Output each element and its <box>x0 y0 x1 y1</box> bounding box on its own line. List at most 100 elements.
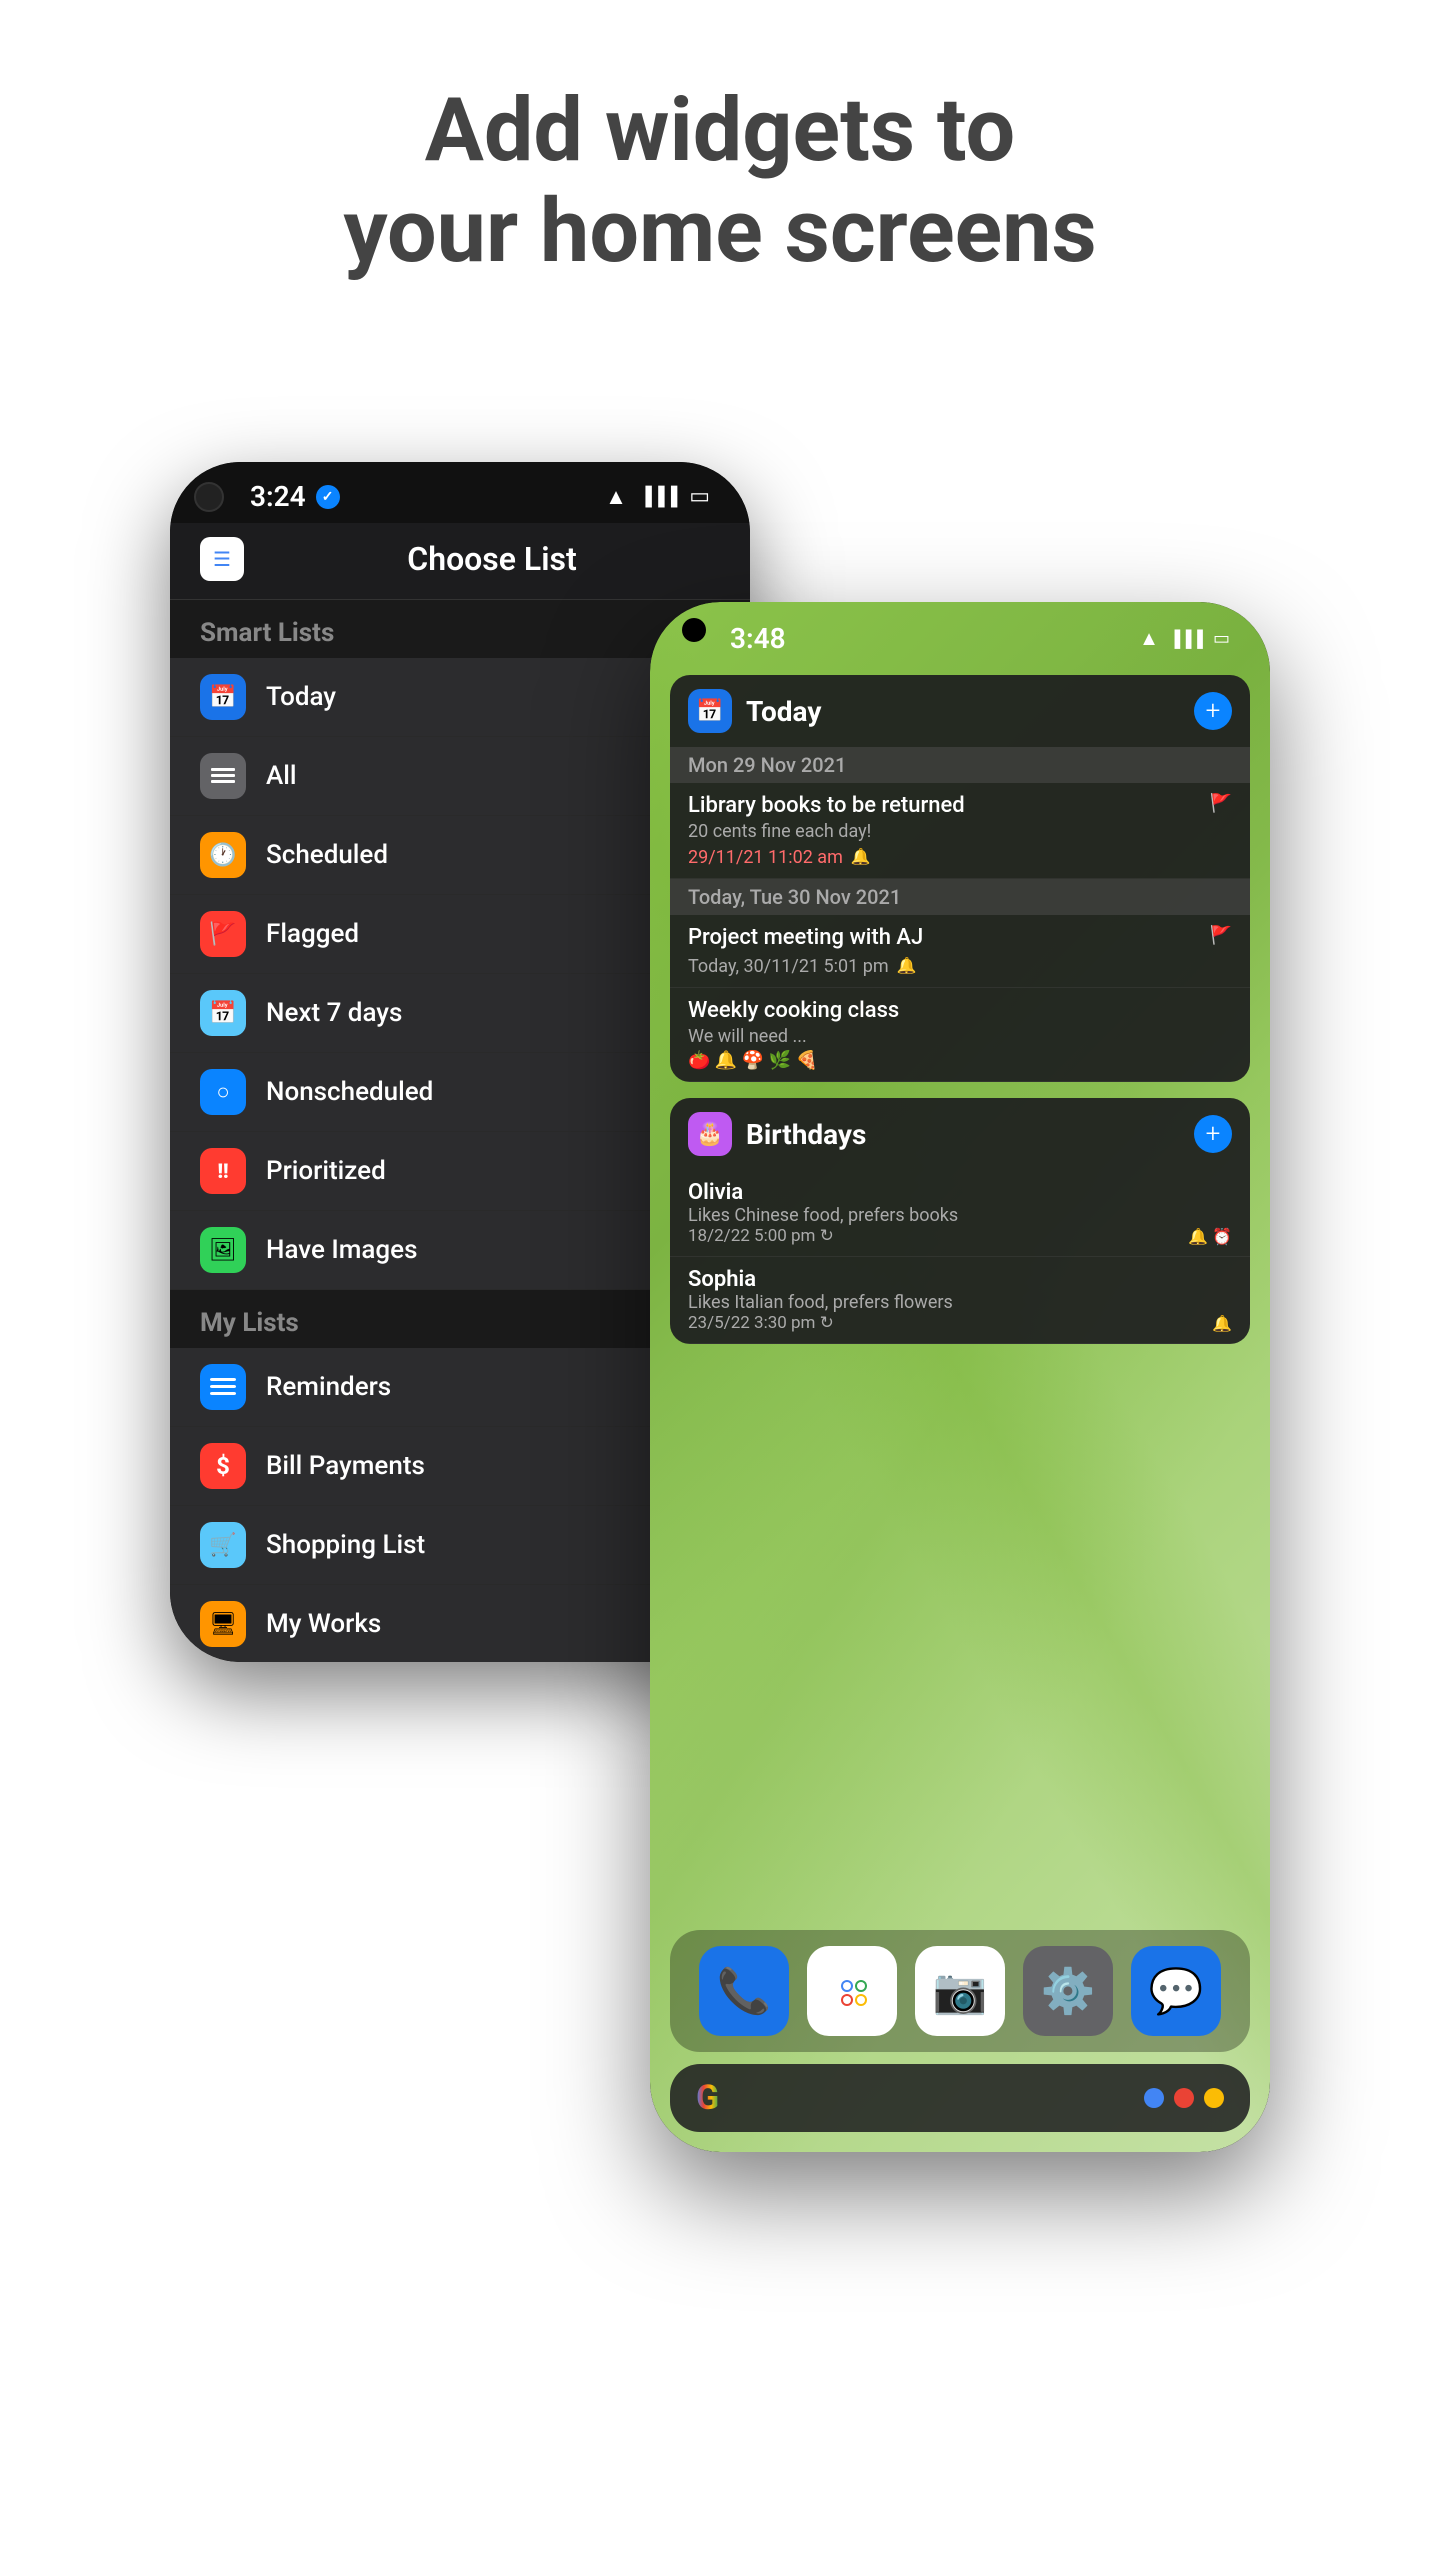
front-wifi-icon: ▲ <box>1139 626 1159 651</box>
scheduled-icon: 🕐 <box>200 832 246 878</box>
dock-phone[interactable]: 📞 <box>699 1946 789 2036</box>
bell-icon-2: 🔔 <box>897 956 917 975</box>
today-widget-add-btn[interactable]: + <box>1194 692 1232 730</box>
reminders-icon <box>200 1364 246 1410</box>
olivia-detail: Likes Chinese food, prefers books <box>688 1205 1232 1226</box>
widgets-area: 📅 Today + Mon 29 Nov 2021 Library books … <box>650 665 1270 1354</box>
birthdays-widget-title: Birthdays <box>746 1118 1180 1151</box>
sophia-icons: 🔔 <box>1212 1314 1232 1333</box>
flagged-label: Flagged <box>266 919 359 949</box>
birthdays-widget-header: 🎂 Birthdays + <box>670 1098 1250 1170</box>
task-time: 29/11/21 11:02 am <box>688 847 843 868</box>
birthdays-widget-add-btn[interactable]: + <box>1194 1115 1232 1153</box>
nonscheduled-icon: ○ <box>200 1069 246 1115</box>
olivia-name: Olivia <box>688 1180 1232 1205</box>
google-dots <box>1144 2088 1224 2108</box>
dock-camera[interactable]: 📷 <box>915 1946 1005 2036</box>
task-title: Library books to be returned 🚩 <box>688 793 1232 818</box>
today-icon: 📅 <box>200 674 246 720</box>
task-date-2: Today, 30/11/21 5:01 pm <box>688 956 889 977</box>
today-widget-header: 📅 Today + <box>670 675 1250 747</box>
headline-line2: your home screens <box>343 180 1096 283</box>
nonscheduled-label: Nonscheduled <box>266 1077 433 1107</box>
task-title-2: Project meeting with AJ 🚩 <box>688 925 1232 950</box>
today-label: Today <box>266 682 336 712</box>
front-time: 3:48 <box>730 622 786 655</box>
bell-icon: 🔔 <box>851 847 871 866</box>
bill-payments-label: Bill Payments <box>266 1451 425 1481</box>
task-subtitle-3: We will need ... <box>688 1026 1232 1047</box>
sophia-detail: Likes Italian food, prefers flowers <box>688 1292 1232 1313</box>
status-icons: ▲ ▐▐▐ ▭ <box>605 484 710 510</box>
task-meta-2: Today, 30/11/21 5:01 pm 🔔 <box>688 953 1232 977</box>
phone-front-screen: 3:48 ▲ ▐▐▐ ▭ 📅 Today + Mon 29 <box>650 602 1270 2152</box>
have-images-icon: 🖼 <box>200 1227 246 1273</box>
dock-reminders[interactable] <box>807 1946 897 2036</box>
my-works-label: My Works <box>266 1609 381 1639</box>
shopping-icon: 🛒 <box>200 1522 246 1568</box>
today-widget[interactable]: 📅 Today + Mon 29 Nov 2021 Library books … <box>670 675 1250 1082</box>
phones-container: 3:24 ✓ ▲ ▐▐▐ ▭ ☰ Choose List Sm <box>170 402 1270 2202</box>
task-meta: 29/11/21 11:02 am 🔔 <box>688 845 1232 868</box>
olivia-icons: 🔔 ⏰ <box>1188 1227 1232 1246</box>
headline-line1: Add widgets to <box>425 79 1016 182</box>
today-widget-title: Today <box>746 695 1180 728</box>
today-widget-icon: 📅 <box>688 689 732 733</box>
status-bar-front: 3:48 ▲ ▐▐▐ ▭ <box>650 602 1270 665</box>
my-works-icon: 🖥 <box>200 1601 246 1647</box>
wifi-icon: ▲ <box>605 484 627 510</box>
next7days-label: Next 7 days <box>266 998 402 1028</box>
olivia-date: 18/2/22 5:00 pm ↻ <box>688 1226 834 1246</box>
scheduled-label: Scheduled <box>266 840 388 870</box>
shopping-label: Shopping List <box>266 1530 425 1560</box>
dock: 📞 📷 ⚙️ 💬 <box>670 1930 1250 2052</box>
bill-payments-icon: $ <box>200 1443 246 1489</box>
verified-badge: ✓ <box>316 485 340 509</box>
flag-icon: 🚩 <box>1210 793 1232 814</box>
front-signal-icon: ▐▐▐ <box>1169 629 1203 649</box>
google-logo: G <box>696 2078 719 2118</box>
birthday-olivia[interactable]: Olivia Likes Chinese food, prefers books… <box>670 1170 1250 1257</box>
signal-icon: ▐▐▐ <box>639 486 677 507</box>
flag-icon-2: 🚩 <box>1210 925 1232 946</box>
next7days-icon: 📅 <box>200 990 246 1036</box>
all-label: All <box>266 761 297 791</box>
task-library-books[interactable]: Library books to be returned 🚩 20 cents … <box>670 783 1250 879</box>
sophia-name: Sophia <box>688 1267 1232 1292</box>
status-time: 3:24 ✓ <box>250 480 340 513</box>
google-dot-blue <box>1144 2088 1164 2108</box>
battery-icon: ▭ <box>689 484 710 509</box>
page-headline: Add widgets to your home screens <box>343 80 1096 282</box>
prioritized-label: Prioritized <box>266 1156 386 1186</box>
front-status-icons: ▲ ▐▐▐ ▭ <box>1139 626 1230 651</box>
google-dot-red <box>1174 2088 1194 2108</box>
birthday-sophia[interactable]: Sophia Likes Italian food, prefers flowe… <box>670 1257 1250 1344</box>
phone-front: 3:48 ▲ ▐▐▐ ▭ 📅 Today + Mon 29 <box>650 602 1270 2152</box>
task-subtitle: 20 cents fine each day! <box>688 821 1232 842</box>
task-emojis: 🍅 🔔 🍄 🌿 🍕 <box>688 1050 1232 1071</box>
status-bar-back: 3:24 ✓ ▲ ▐▐▐ ▭ <box>170 462 750 523</box>
dock-settings[interactable]: ⚙️ <box>1023 1946 1113 2036</box>
sophia-date-row: 23/5/22 3:30 pm ↻ 🔔 <box>688 1313 1232 1333</box>
app-logo: ☰ <box>200 537 244 581</box>
header-title: Choose List <box>264 540 720 578</box>
birthdays-widget-icon: 🎂 <box>688 1112 732 1156</box>
google-search-bar[interactable]: G <box>670 2064 1250 2132</box>
have-images-label: Have Images <box>266 1235 417 1265</box>
olivia-date-row: 18/2/22 5:00 pm ↻ 🔔 ⏰ <box>688 1226 1232 1246</box>
task-title-3: Weekly cooking class <box>688 998 1232 1023</box>
prioritized-icon: !! <box>200 1148 246 1194</box>
dock-messages[interactable]: 💬 <box>1131 1946 1221 2036</box>
front-battery-icon: ▭ <box>1213 628 1230 649</box>
all-icon <box>200 753 246 799</box>
today-date-header-1: Mon 29 Nov 2021 <box>670 747 1250 783</box>
today-date-header-2: Today, Tue 30 Nov 2021 <box>670 879 1250 915</box>
task-cooking-class[interactable]: Weekly cooking class We will need ... 🍅 … <box>670 988 1250 1082</box>
birthdays-widget[interactable]: 🎂 Birthdays + Olivia Likes Chinese food,… <box>670 1098 1250 1344</box>
time-display: 3:24 <box>250 480 306 513</box>
google-dot-yellow <box>1204 2088 1224 2108</box>
app-header: ☰ Choose List <box>170 523 750 600</box>
task-project-meeting[interactable]: Project meeting with AJ 🚩 Today, 30/11/2… <box>670 915 1250 988</box>
flagged-icon: 🚩 <box>200 911 246 957</box>
reminders-label: Reminders <box>266 1372 391 1402</box>
